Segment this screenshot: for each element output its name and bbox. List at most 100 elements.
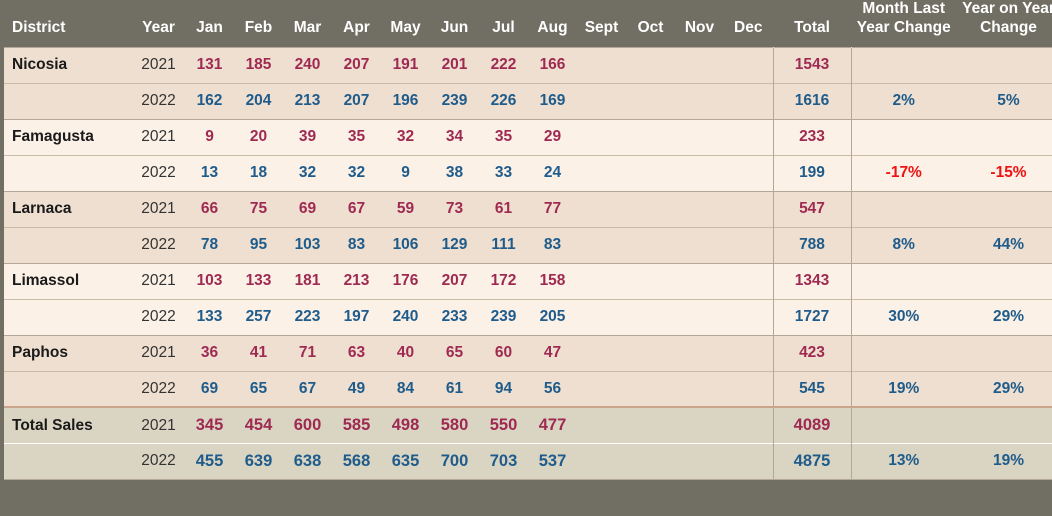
cell-month-aug: 24: [528, 154, 577, 192]
cell-month-jul: 226: [479, 82, 528, 120]
cell-month-sept: [577, 118, 626, 156]
cell-month-dec: [724, 154, 773, 192]
table-row: 2022 69 65 67 49 84 61 94 56 545 19% 29%: [4, 370, 1052, 408]
cell-total: 1343: [772, 262, 852, 300]
table-row: 2022 78 95 103 83 106 129 111 83 788 8% 44%: [4, 226, 1052, 264]
cell-month-jan: 345: [185, 406, 234, 444]
cell-month-oct: [626, 154, 675, 192]
cell-year-on-year-change: 5%: [956, 82, 1052, 120]
cell-district: [4, 226, 132, 264]
cell-month-may: 106: [381, 226, 430, 264]
cell-month-oct: [626, 82, 675, 120]
column-header-feb: Feb: [234, 0, 283, 48]
cell-month-oct: [626, 370, 675, 408]
cell-month-jun: 239: [430, 82, 479, 120]
cell-month-nov: [675, 442, 724, 480]
cell-month-mar: 39: [283, 118, 332, 156]
cell-month-jul: 111: [479, 226, 528, 264]
cell-month-aug: 166: [528, 46, 577, 84]
cell-month-oct: [626, 190, 675, 228]
cell-month-jun: 700: [430, 442, 479, 480]
cell-month-mar: 71: [283, 334, 332, 372]
cell-total: 1727: [772, 298, 852, 336]
cell-month-feb: 185: [234, 46, 283, 84]
cell-month-jun: 233: [430, 298, 479, 336]
cell-month-jan: 36: [185, 334, 234, 372]
cell-month-dec: [724, 370, 773, 408]
cell-month-may: 191: [381, 46, 430, 84]
cell-district: [4, 154, 132, 192]
cell-total: 423: [772, 334, 852, 372]
cell-month-jan: 9: [185, 118, 234, 156]
cell-month-dec: [724, 334, 773, 372]
cell-year: 2022: [132, 82, 185, 120]
cell-month-jan: 162: [185, 82, 234, 120]
header-row: District Year Jan Feb Mar Apr May Jun Ju…: [4, 0, 1052, 48]
cell-year: 2022: [132, 154, 185, 192]
cell-month-apr: 213: [332, 262, 381, 300]
cell-month-feb: 133: [234, 262, 283, 300]
table-row: Larnaca 2021 66 75 69 67 59 73 61 77 547: [4, 190, 1052, 228]
cell-month-apr: 35: [332, 118, 381, 156]
cell-month-nov: [675, 370, 724, 408]
column-header-aug: Aug: [528, 0, 577, 48]
cell-month-oct: [626, 298, 675, 336]
table-row: 2022 455 639 638 568 635 700 703 537 4875 13% 19%: [4, 442, 1052, 480]
cell-month-oct: [626, 262, 675, 300]
cell-month-oct: [626, 118, 675, 156]
cell-month-mar: 213: [283, 82, 332, 120]
cell-total: 1616: [772, 82, 852, 120]
cell-month-jul: 550: [479, 406, 528, 444]
cell-month-apr: 49: [332, 370, 381, 408]
cell-month-sept: [577, 406, 626, 444]
table-row: Limassol 2021 103 133 181 213 176 207 172 158 1343: [4, 262, 1052, 300]
cell-month-sept: [577, 46, 626, 84]
cell-month-mar: 69: [283, 190, 332, 228]
cell-total: 547: [772, 190, 852, 228]
cell-month-jun: 65: [430, 334, 479, 372]
cell-district: Larnaca: [4, 190, 132, 228]
cell-month-nov: [675, 262, 724, 300]
cell-month-sept: [577, 82, 626, 120]
cell-month-oct: [626, 442, 675, 480]
cell-month-jul: 222: [479, 46, 528, 84]
cell-month-last-year-change: [851, 406, 956, 444]
column-header-nov: Nov: [675, 0, 724, 48]
cell-month-jul: 172: [479, 262, 528, 300]
cell-month-last-year-change: [851, 190, 956, 228]
column-header-may: May: [381, 0, 430, 48]
cell-month-jan: 13: [185, 154, 234, 192]
cell-month-feb: 18: [234, 154, 283, 192]
cell-month-oct: [626, 226, 675, 264]
cell-month-mar: 223: [283, 298, 332, 336]
cell-month-jul: 60: [479, 334, 528, 372]
cell-year-on-year-change: [956, 262, 1052, 300]
cell-year-on-year-change: -15%: [956, 154, 1052, 192]
cell-month-nov: [675, 46, 724, 84]
cell-district: Limassol: [4, 262, 132, 300]
district-sales-table: District Year Jan Feb Mar Apr May Jun Ju…: [4, 0, 1052, 480]
cell-month-apr: 32: [332, 154, 381, 192]
cell-month-aug: 477: [528, 406, 577, 444]
cell-month-nov: [675, 154, 724, 192]
cell-month-nov: [675, 118, 724, 156]
cell-month-mar: 67: [283, 370, 332, 408]
cell-year: 2021: [132, 334, 185, 372]
table-header: District Year Jan Feb Mar Apr May Jun Ju…: [4, 0, 1052, 48]
column-header-apr: Apr: [332, 0, 381, 48]
cell-month-jun: 61: [430, 370, 479, 408]
cell-month-jun: 38: [430, 154, 479, 192]
cell-month-feb: 639: [234, 442, 283, 480]
cell-month-aug: 77: [528, 190, 577, 228]
cell-month-dec: [724, 46, 773, 84]
cell-year: 2021: [132, 406, 185, 444]
cell-year-on-year-change: 29%: [956, 298, 1052, 336]
cell-year: 2022: [132, 226, 185, 264]
cell-month-sept: [577, 334, 626, 372]
cell-month-feb: 75: [234, 190, 283, 228]
cell-year-on-year-change: [956, 406, 1052, 444]
table-row: Paphos 2021 36 41 71 63 40 65 60 47 423: [4, 334, 1052, 372]
cell-month-dec: [724, 226, 773, 264]
table-row: 2022 13 18 32 32 9 38 33 24 199 -17% -15%: [4, 154, 1052, 192]
cell-month-last-year-change: [851, 334, 956, 372]
